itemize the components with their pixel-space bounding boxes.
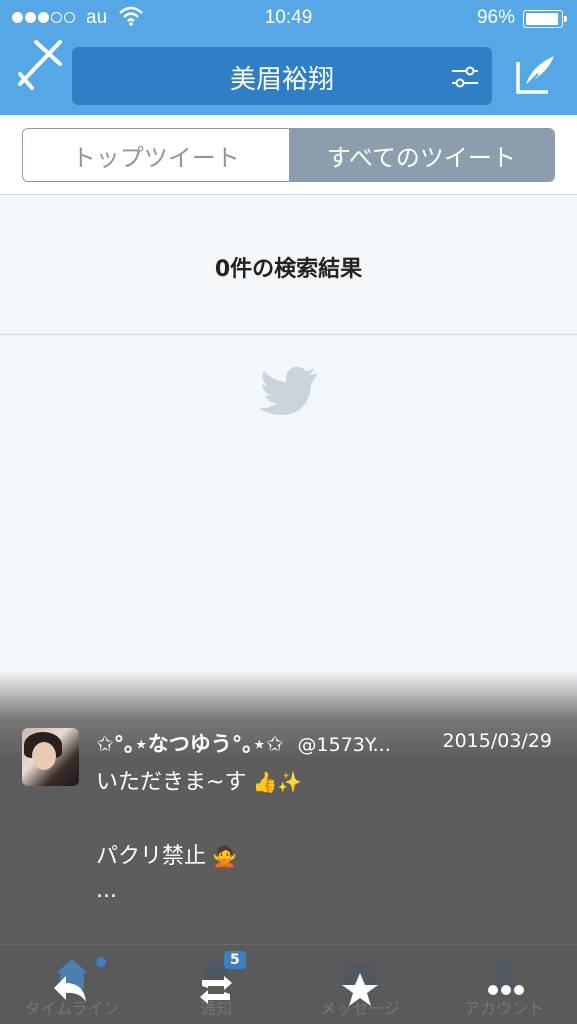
- search-query: 美眉裕翔: [229, 65, 334, 95]
- tweet-filter-segmented-control: トップツイート すべてのツイート: [22, 128, 555, 182]
- display-name[interactable]: ✩°｡⋆なつゆう°｡⋆✩: [96, 732, 283, 756]
- unread-dot: [96, 957, 106, 967]
- tab-all-tweets[interactable]: すべてのツイート: [288, 129, 554, 181]
- tab-top-tweets[interactable]: トップツイート: [23, 129, 289, 181]
- compose-icon[interactable]: [514, 52, 558, 96]
- tweet-text-line: いただきま~す 👍✨: [96, 764, 302, 796]
- favorite-star-icon[interactable]: [340, 970, 380, 1010]
- battery-percentage: 96%: [476, 7, 515, 28]
- no-gesture-icon: 🙅: [212, 844, 237, 868]
- tweet-text-ellipsis: ...: [96, 878, 117, 903]
- user-handle: @1573Y...: [297, 734, 391, 756]
- notification-badge: 5: [224, 951, 246, 969]
- results-header: 0件の検索結果: [0, 196, 577, 335]
- avatar[interactable]: [22, 728, 79, 786]
- search-field[interactable]: 美眉裕翔: [72, 47, 492, 105]
- status-bar: au 10:49 96%: [0, 0, 577, 38]
- close-back-icon[interactable]: [14, 36, 66, 92]
- reply-icon[interactable]: [50, 970, 90, 1010]
- tweet-text-2: パクリ禁止: [96, 844, 207, 869]
- thumbs-up-sparkles-icon: 👍✨: [252, 770, 303, 794]
- results-count: 0件の検索結果: [214, 257, 363, 282]
- more-options-icon[interactable]: [486, 970, 526, 1010]
- tweet-text-1: いただきま~す: [96, 770, 247, 795]
- battery-icon: [523, 10, 567, 28]
- header: au 10:49 96% 美眉裕翔: [0, 0, 577, 115]
- tweet-text-line: パクリ禁止 🙅: [96, 838, 237, 870]
- tweet-header: ✩°｡⋆なつゆう°｡⋆✩ @1573Y... 2015/03/29: [96, 728, 566, 758]
- segment-container: トップツイート すべてのツイート: [0, 115, 577, 195]
- retweet-icon[interactable]: [196, 970, 236, 1010]
- twitter-bird-icon: [259, 366, 317, 415]
- sliders-icon[interactable]: [450, 63, 480, 91]
- tweet-date: 2015/03/29: [442, 730, 552, 752]
